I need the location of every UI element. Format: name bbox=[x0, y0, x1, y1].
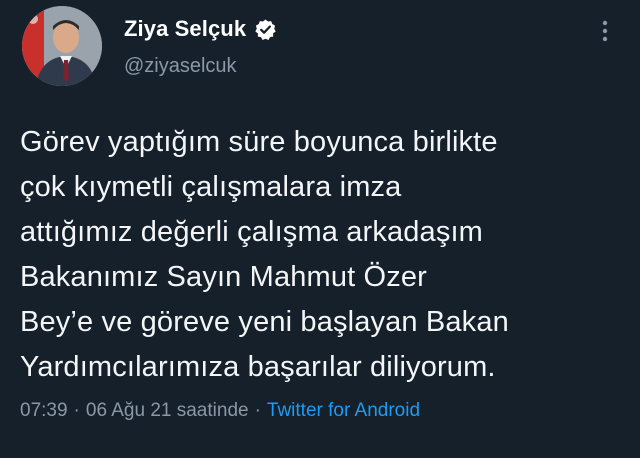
verified-badge-icon bbox=[254, 18, 277, 41]
tweet-source-link[interactable]: Twitter for Android bbox=[267, 400, 420, 422]
author-display-name[interactable]: Ziya Selçuk bbox=[124, 16, 246, 42]
more-vertical-icon[interactable] bbox=[598, 16, 612, 46]
author-name-row[interactable]: Ziya Selçuk bbox=[124, 14, 277, 44]
tweet-time[interactable]: 07:39 bbox=[20, 400, 68, 422]
avatar[interactable] bbox=[22, 6, 102, 86]
meta-separator: · bbox=[73, 400, 80, 421]
meta-separator: · bbox=[254, 400, 261, 421]
author-handle[interactable]: @ziyaselcuk bbox=[124, 55, 237, 78]
tweet-card: Ziya Selçuk @ziyaselcuk Görev yaptığım s… bbox=[0, 0, 640, 458]
tweet-text: Görev yaptığım süre boyunca birlikte çok… bbox=[20, 126, 509, 383]
profile-photo bbox=[22, 6, 102, 86]
tweet-date[interactable]: 06 Ağu 21 saatinde bbox=[86, 400, 249, 422]
tweet-meta: 07:39 · 06 Ağu 21 saatinde · Twitter for… bbox=[20, 400, 420, 422]
